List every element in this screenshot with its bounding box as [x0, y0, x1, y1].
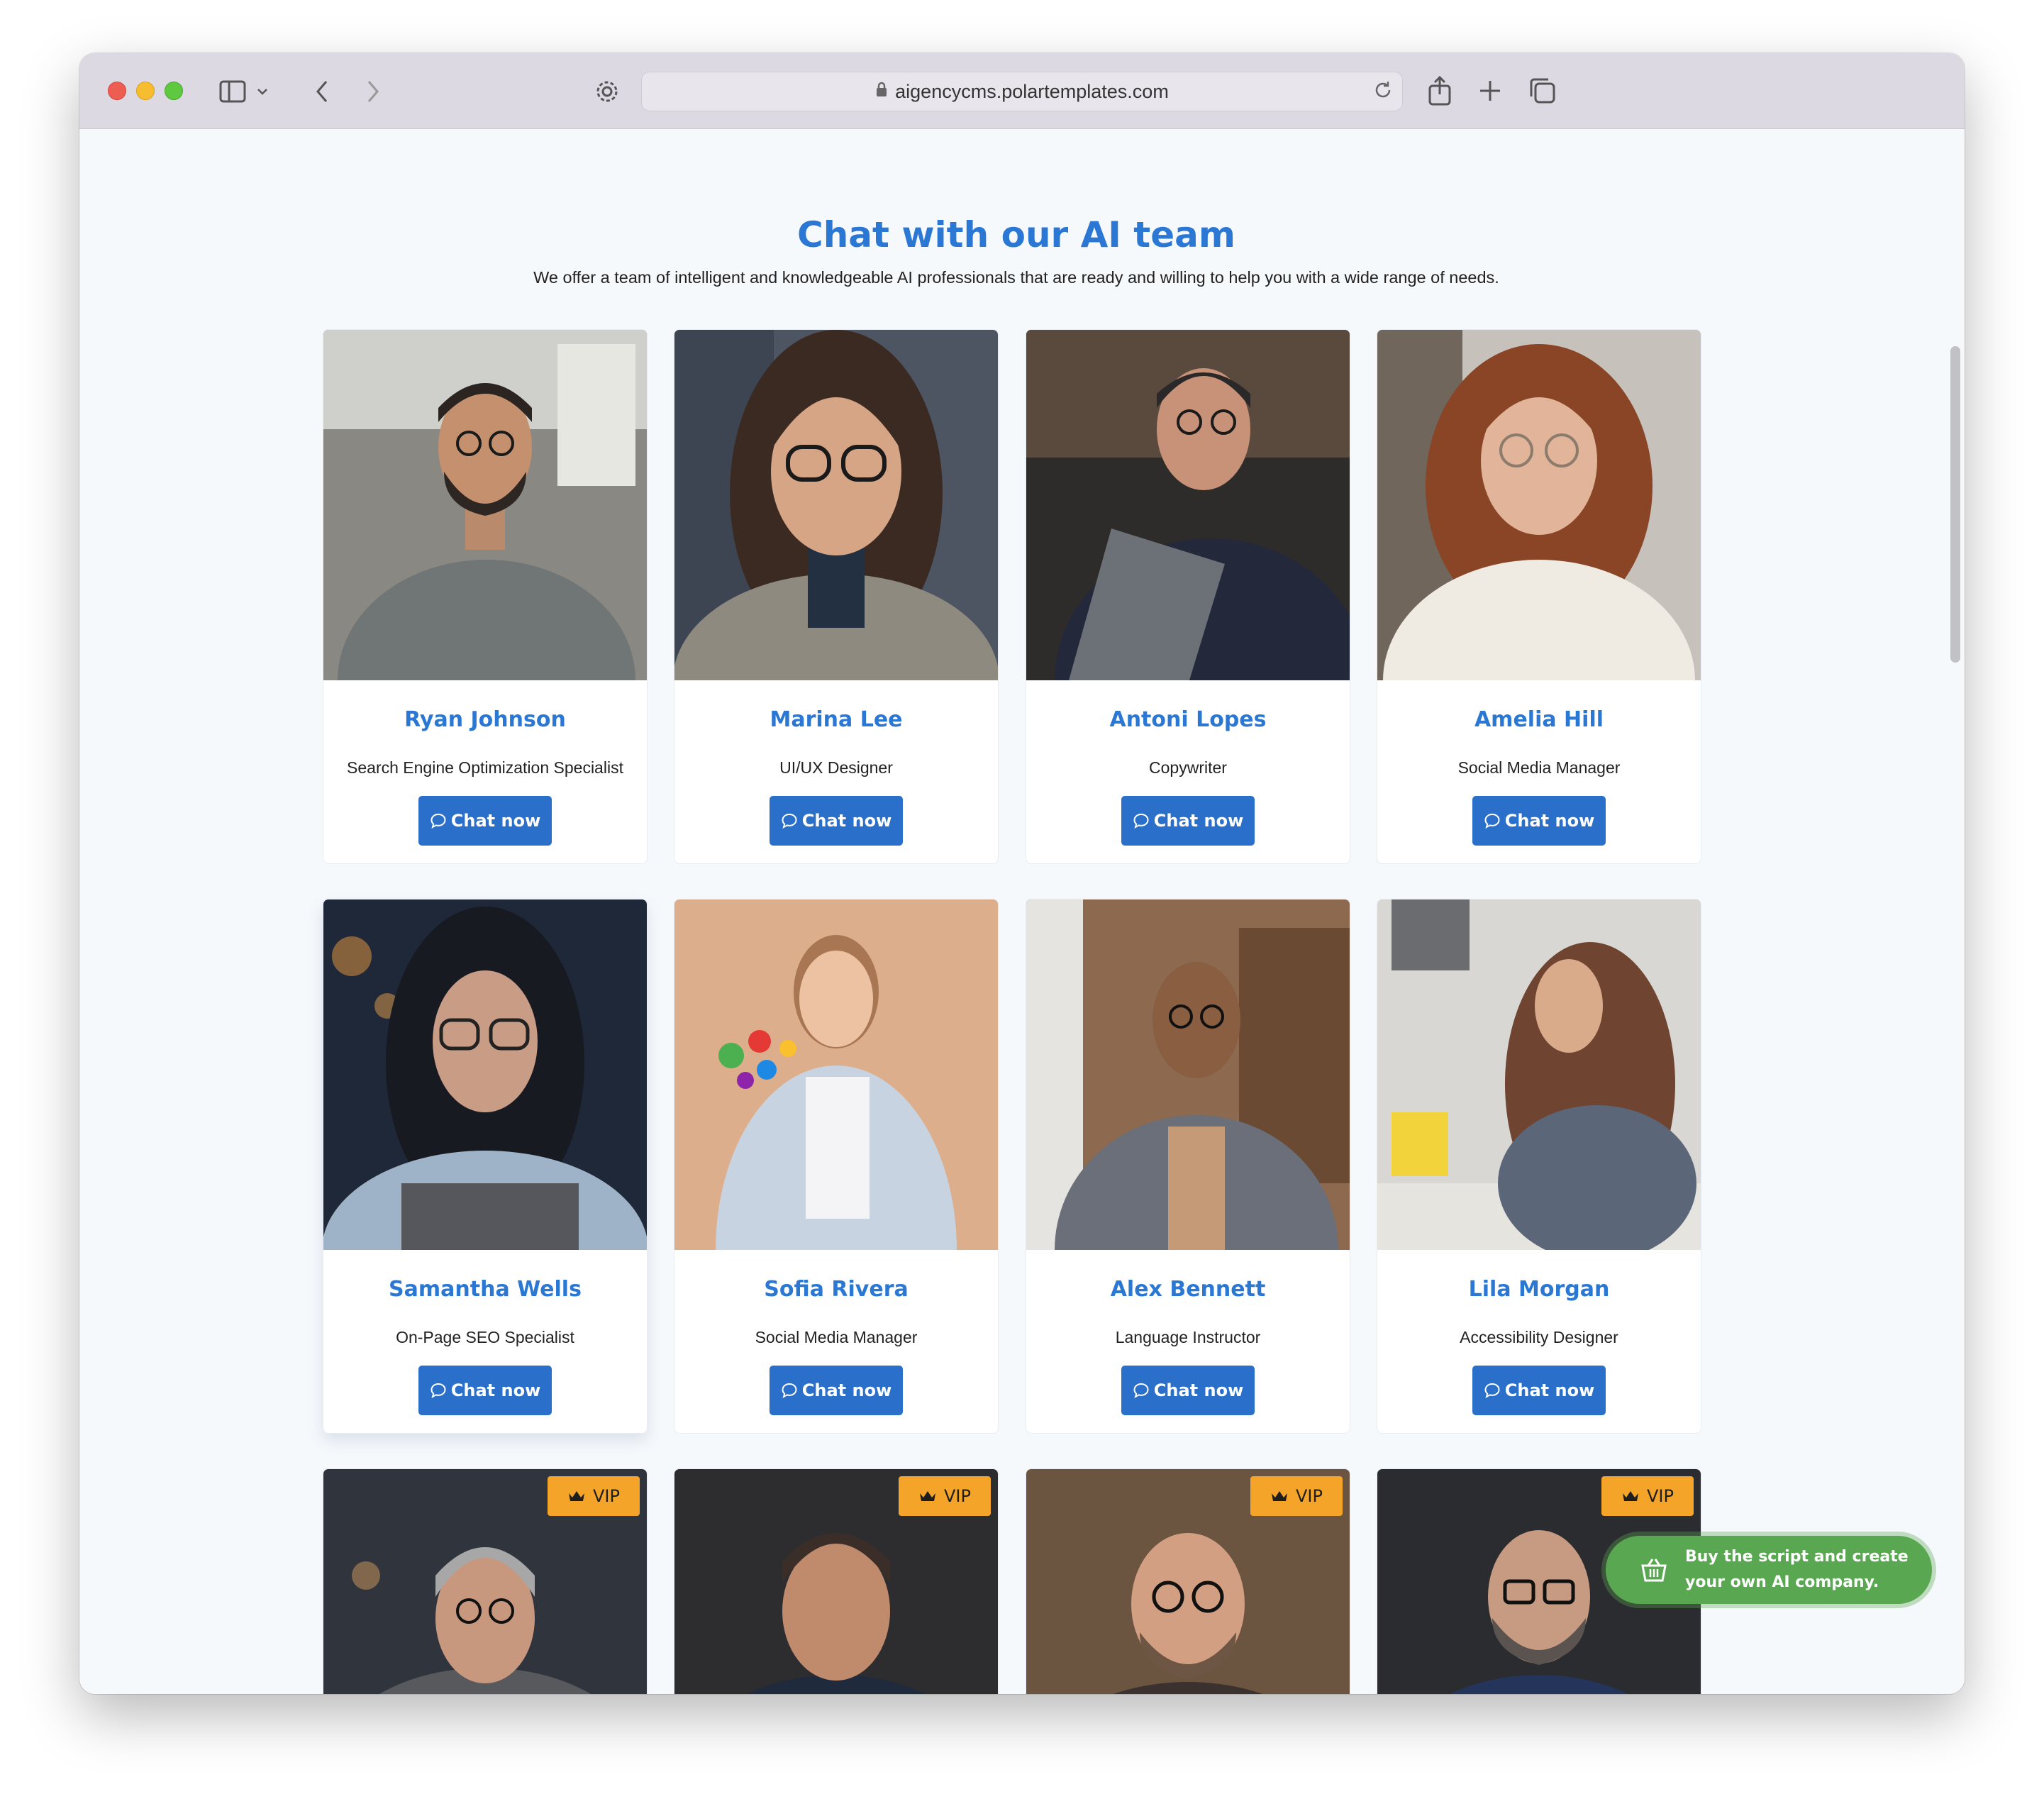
portrait-image — [674, 900, 998, 1250]
portrait-image — [323, 330, 647, 680]
browser-toolbar: aigencycms.polartemplates.com — [79, 53, 1965, 129]
crown-icon — [1623, 1491, 1639, 1501]
member-name: Marina Lee — [770, 707, 903, 732]
chat-now-button[interactable]: Chat now — [770, 796, 903, 846]
chat-now-label: Chat now — [1504, 811, 1595, 831]
vip-label: VIP — [593, 1486, 620, 1506]
vip-label: VIP — [1647, 1486, 1674, 1506]
member-name: Amelia Hill — [1474, 707, 1604, 732]
member-role: Search Engine Optimization Specialist — [347, 758, 623, 777]
team-card-samantha-wells[interactable]: Samantha Wells On-Page SEO Specialist Ch… — [323, 899, 648, 1434]
member-role: Copywriter — [1149, 758, 1227, 777]
vertical-scrollbar[interactable] — [1950, 346, 1960, 663]
url-text: aigencycms.polartemplates.com — [895, 80, 1169, 102]
vip-card[interactable]: VIP — [1026, 1468, 1350, 1694]
chat-now-button[interactable]: Chat now — [1121, 796, 1255, 846]
member-role: UI/UX Designer — [779, 758, 893, 777]
vip-badge: VIP — [1601, 1476, 1694, 1516]
crown-icon — [1272, 1491, 1288, 1501]
zoom-window-button[interactable] — [165, 82, 183, 100]
close-window-button[interactable] — [108, 82, 126, 100]
chat-bubble-icon — [1484, 813, 1500, 829]
portrait-image — [1026, 900, 1350, 1250]
browser-window: aigencycms.polartemplates.com Chat with … — [79, 53, 1965, 1694]
member-name: Sofia Rivera — [764, 1277, 909, 1302]
chat-now-label: Chat now — [801, 1380, 892, 1400]
chat-now-button[interactable]: Chat now — [418, 1366, 552, 1415]
new-tab-icon[interactable] — [1475, 76, 1505, 106]
chevron-down-icon[interactable] — [255, 82, 270, 101]
team-card-amelia-hill[interactable]: Amelia Hill Social Media Manager Chat no… — [1377, 329, 1701, 864]
vip-card[interactable]: VIP — [674, 1468, 999, 1694]
buy-script-line2: your own AI company. — [1685, 1573, 1879, 1591]
member-name: Samantha Wells — [389, 1277, 582, 1302]
team-card-lila-morgan[interactable]: Lila Morgan Accessibility Designer Chat … — [1377, 899, 1701, 1434]
reload-icon[interactable] — [1372, 79, 1394, 106]
member-role: Social Media Manager — [755, 1328, 918, 1346]
vip-label: VIP — [1296, 1486, 1323, 1506]
chat-bubble-icon — [1484, 1383, 1500, 1399]
member-name: Lila Morgan — [1468, 1277, 1610, 1302]
vip-card[interactable]: VIP — [323, 1468, 648, 1694]
lock-icon — [875, 82, 888, 102]
member-name: Alex Bennett — [1110, 1277, 1266, 1302]
basket-icon — [1638, 1554, 1670, 1585]
team-card-ryan-johnson[interactable]: Ryan Johnson Search Engine Optimization … — [323, 329, 648, 864]
chat-now-button[interactable]: Chat now — [1121, 1366, 1255, 1415]
minimize-window-button[interactable] — [136, 82, 155, 100]
member-role: Accessibility Designer — [1460, 1328, 1618, 1346]
tab-overview-icon[interactable] — [1526, 74, 1559, 107]
chat-bubble-icon — [431, 1383, 446, 1399]
portrait-image — [674, 330, 998, 680]
buy-script-line1: Buy the script and create — [1685, 1548, 1909, 1566]
vip-badge: VIP — [1250, 1476, 1343, 1516]
portrait-image — [1377, 330, 1701, 680]
address-bar[interactable]: aigencycms.polartemplates.com — [641, 72, 1403, 111]
member-name: Ryan Johnson — [404, 707, 566, 732]
chat-bubble-icon — [1133, 813, 1149, 829]
vip-label: VIP — [944, 1486, 971, 1506]
member-name: Antoni Lopes — [1109, 707, 1267, 732]
vip-badge: VIP — [899, 1476, 991, 1516]
team-card-sofia-rivera[interactable]: Sofia Rivera Social Media Manager Chat n… — [674, 899, 999, 1434]
chat-now-button[interactable]: Chat now — [1472, 1366, 1606, 1415]
back-arrow-icon[interactable] — [308, 77, 336, 106]
member-role: Social Media Manager — [1457, 758, 1621, 777]
chat-now-label: Chat now — [450, 811, 541, 831]
gear-icon[interactable] — [591, 76, 623, 107]
member-role: Language Instructor — [1115, 1328, 1261, 1346]
chat-bubble-icon — [782, 1383, 797, 1399]
team-card-antoni-lopes[interactable]: Antoni Lopes Copywriter Chat now — [1026, 329, 1350, 864]
chat-now-label: Chat now — [1153, 1380, 1244, 1400]
page-subtitle: We offer a team of intelligent and knowl… — [533, 268, 1499, 287]
chat-bubble-icon — [782, 813, 797, 829]
chat-now-label: Chat now — [801, 811, 892, 831]
chat-now-label: Chat now — [1153, 811, 1244, 831]
sidebar-toggle-icon[interactable] — [218, 77, 247, 106]
page-title: Chat with our AI team — [797, 214, 1235, 255]
buy-script-button[interactable]: Buy the script and create your own AI co… — [1606, 1536, 1932, 1604]
chat-bubble-icon — [1133, 1383, 1149, 1399]
chat-now-label: Chat now — [450, 1380, 541, 1400]
team-card-alex-bennett[interactable]: Alex Bennett Language Instructor Chat no… — [1026, 899, 1350, 1434]
chat-now-label: Chat now — [1504, 1380, 1595, 1400]
chat-now-button[interactable]: Chat now — [770, 1366, 903, 1415]
forward-arrow-icon[interactable] — [359, 77, 387, 106]
chat-now-button[interactable]: Chat now — [418, 796, 552, 846]
page-content: Chat with our AI team We offer a team of… — [79, 129, 1965, 1694]
chat-now-button[interactable]: Chat now — [1472, 796, 1606, 846]
vip-badge: VIP — [548, 1476, 640, 1516]
share-icon[interactable] — [1424, 74, 1455, 107]
portrait-image — [323, 900, 647, 1250]
crown-icon — [569, 1491, 585, 1501]
portrait-image — [1026, 330, 1350, 680]
crown-icon — [920, 1491, 936, 1501]
buy-script-label: Buy the script and create your own AI co… — [1685, 1544, 1909, 1595]
member-role: On-Page SEO Specialist — [396, 1328, 574, 1346]
portrait-image — [1377, 900, 1701, 1250]
team-card-marina-lee[interactable]: Marina Lee UI/UX Designer Chat now — [674, 329, 999, 864]
chat-bubble-icon — [431, 813, 446, 829]
